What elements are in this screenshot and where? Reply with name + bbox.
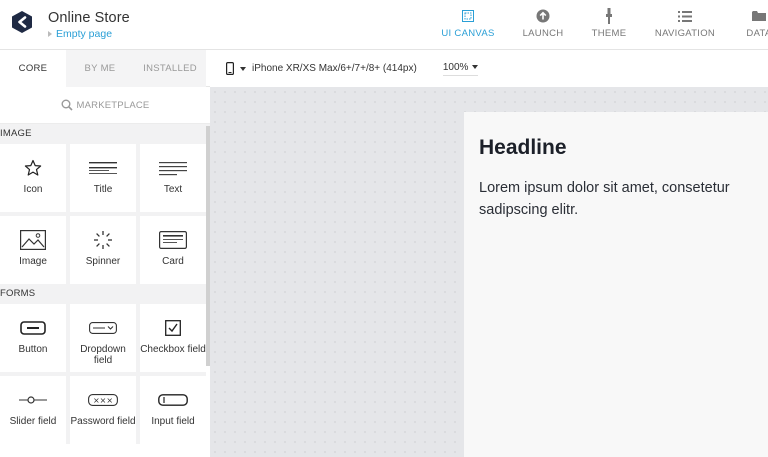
tile-label: Icon <box>23 184 43 195</box>
tile-label: Button <box>18 344 48 355</box>
component-tile-image[interactable]: Image <box>0 216 66 284</box>
zoom-value: 100% <box>442 61 469 73</box>
title-icon <box>89 162 117 174</box>
preview-body-text[interactable]: Lorem ipsum dolor sit amet, consetetur s… <box>479 177 768 221</box>
preview-headline[interactable]: Headline <box>479 136 567 160</box>
component-tile-title[interactable]: Title <box>70 144 136 212</box>
component-tile-password[interactable]: ××× Password field <box>70 376 136 444</box>
tile-label: Input field <box>151 416 195 427</box>
ui-canvas[interactable]: Headline Lorem ipsum dolor sit amet, con… <box>210 87 768 457</box>
canvas-icon <box>462 8 474 24</box>
slider-icon <box>19 396 47 404</box>
nav-label: DATA <box>746 28 768 39</box>
tile-label: Checkbox field <box>140 344 206 355</box>
nav-navigation[interactable]: NAVIGATION <box>652 0 718 50</box>
tile-label: Spinner <box>85 256 121 267</box>
brush-icon <box>604 8 614 24</box>
tab-installed[interactable]: INSTALLED <box>134 50 206 87</box>
zoom-selector[interactable]: 100% <box>442 61 479 76</box>
marketplace-label: MARKETPLACE <box>76 99 150 111</box>
nav-label: THEME <box>591 28 627 39</box>
tile-label: Title <box>93 184 113 195</box>
marketplace-button[interactable]: MARKETPLACE <box>0 87 210 124</box>
card-icon <box>159 231 187 249</box>
component-tile-dropdown[interactable]: Dropdown field <box>70 304 136 372</box>
app-logo-icon[interactable] <box>10 10 34 34</box>
page-name: Empty page <box>56 28 113 40</box>
device-name: iPhone XR/XS Max/6+/7+/8+ (414px) <box>252 63 417 74</box>
component-grid-image: Icon Title Text Image Spinner Card <box>0 144 206 284</box>
component-tile-icon[interactable]: Icon <box>0 144 66 212</box>
folder-icon <box>752 8 766 24</box>
checkbox-icon <box>165 320 181 336</box>
component-tile-spinner[interactable]: Spinner <box>70 216 136 284</box>
tile-label: Password field <box>70 416 136 427</box>
nav-label: NAVIGATION <box>654 28 716 39</box>
list-icon <box>678 8 692 24</box>
chevron-down-icon <box>472 65 479 69</box>
page-picker[interactable]: Empty page <box>48 28 112 40</box>
component-tile-input[interactable]: Input field <box>140 376 206 444</box>
svg-text:×××: ××× <box>93 396 113 405</box>
search-icon <box>61 99 73 111</box>
nav-label: UI CANVAS <box>441 28 495 39</box>
component-tile-card[interactable]: Card <box>140 216 206 284</box>
spinner-icon <box>94 231 112 249</box>
dropdown-icon <box>89 322 117 334</box>
star-icon <box>24 159 42 176</box>
button-icon <box>20 321 46 335</box>
image-icon <box>20 230 46 250</box>
device-toolbar: iPhone XR/XS Max/6+/7+/8+ (414px) 100% <box>210 50 768 87</box>
tile-label: Slider field <box>9 416 57 427</box>
caret-right-icon <box>48 31 52 37</box>
nav-launch[interactable]: LAUNCH <box>520 0 566 50</box>
nav-ui-canvas[interactable]: UI CANVAS <box>440 0 496 50</box>
component-sidebar: CORE BY ME INSTALLED MARKETPLACE IMAGE I… <box>0 50 210 457</box>
tab-by-me[interactable]: BY ME <box>66 50 134 87</box>
device-preview[interactable]: Headline Lorem ipsum dolor sit amet, con… <box>464 112 768 457</box>
component-tile-button[interactable]: Button <box>0 304 66 372</box>
tile-label: Dropdown field <box>80 344 126 366</box>
password-icon: ××× <box>88 394 118 406</box>
chevron-down-icon <box>240 66 246 71</box>
sidebar-tabs: CORE BY ME INSTALLED <box>0 50 210 87</box>
tab-core[interactable]: CORE <box>0 50 66 87</box>
top-bar: Online Store Empty page UI CANVAS LAUNCH… <box>0 0 768 50</box>
section-header-image: IMAGE <box>0 124 210 144</box>
section-header-forms: FORMS <box>0 284 210 304</box>
tile-label: Image <box>19 256 47 267</box>
app-title: Online Store <box>48 10 130 26</box>
component-grid-forms: Button Dropdown field Checkbox field Sli… <box>0 304 206 444</box>
nav-data[interactable]: DATA <box>742 0 768 50</box>
tile-label: Card <box>162 256 184 267</box>
text-icon <box>159 162 187 176</box>
component-tile-text[interactable]: Text <box>140 144 206 212</box>
component-tile-slider[interactable]: Slider field <box>0 376 66 444</box>
tile-label: Text <box>163 184 183 195</box>
upload-icon <box>536 8 550 24</box>
nav-theme[interactable]: THEME <box>590 0 628 50</box>
phone-icon <box>226 62 234 75</box>
input-icon <box>158 394 188 406</box>
component-tile-checkbox[interactable]: Checkbox field <box>140 304 206 372</box>
device-selector[interactable]: iPhone XR/XS Max/6+/7+/8+ (414px) <box>226 62 417 75</box>
nav-label: LAUNCH <box>522 28 564 39</box>
